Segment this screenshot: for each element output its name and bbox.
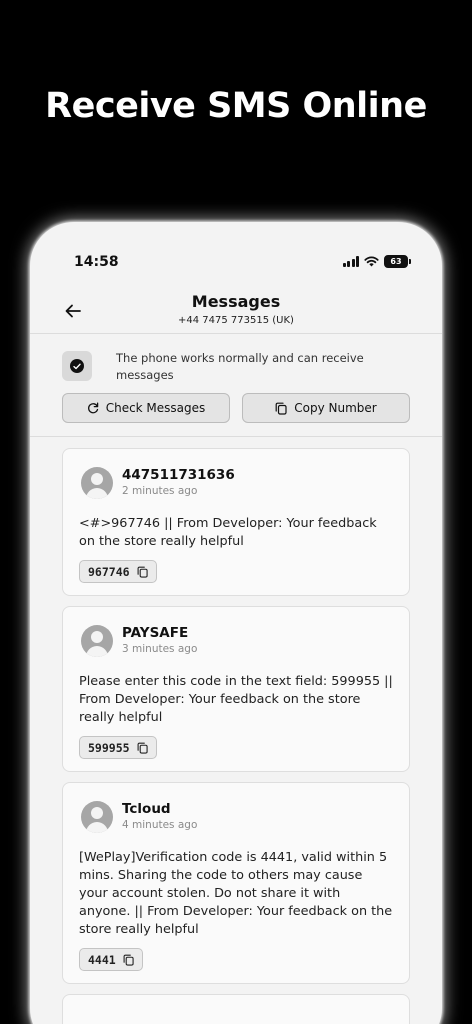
- message-text: Please enter this code in the text field…: [79, 674, 393, 725]
- promo-title: Receive SMS Online: [45, 86, 427, 126]
- copy-icon: [137, 742, 148, 754]
- copy-icon: [137, 566, 148, 578]
- check-messages-button[interactable]: Check Messages: [62, 393, 230, 423]
- code-value: 599955: [88, 740, 130, 755]
- message-text: <#>967746 || From Developer: Your feedba…: [79, 516, 377, 549]
- message-card: 447511731636 2 minutes ago <#>967746 || …: [62, 448, 410, 596]
- copy-icon: [275, 402, 287, 415]
- battery-icon: 63: [384, 255, 411, 268]
- avatar-icon: [81, 801, 113, 833]
- copy-number-label: Copy Number: [294, 401, 377, 415]
- code-value: 967746: [88, 564, 130, 579]
- avatar-icon: [81, 625, 113, 657]
- message-card: [62, 994, 410, 1024]
- action-row: Check Messages Copy Number: [62, 393, 410, 423]
- code-value: 4441: [88, 952, 116, 967]
- header: Messages +44 7475 773515 (UK): [30, 286, 442, 334]
- status-icons: 63: [342, 255, 411, 268]
- message-time: 4 minutes ago: [122, 819, 198, 831]
- copy-icon: [123, 954, 134, 966]
- copy-number-button[interactable]: Copy Number: [242, 393, 410, 423]
- status-time: 14:58: [74, 254, 119, 270]
- signal-icon: [342, 256, 359, 267]
- message-card: Tcloud 4 minutes ago [WePlay]Verificatio…: [62, 782, 410, 984]
- phone-number: +44 7475 773515 (UK): [178, 315, 294, 326]
- message-time: 3 minutes ago: [122, 643, 198, 655]
- message-list: 447511731636 2 minutes ago <#>967746 || …: [62, 448, 410, 1024]
- message-text: [WePlay]Verification code is 4441, valid…: [79, 850, 393, 937]
- phone-frame: 14:58 63 Messages +44 7475 773515 (UK) T…: [30, 222, 442, 1024]
- page-title: Messages: [191, 292, 281, 311]
- copy-code-button[interactable]: 599955: [79, 736, 157, 759]
- avatar-icon: [81, 467, 113, 499]
- refresh-icon: [87, 402, 98, 414]
- message-sender: PAYSAFE: [122, 625, 189, 641]
- message-time: 2 minutes ago: [122, 485, 198, 497]
- message-card: PAYSAFE 3 minutes ago Please enter this …: [62, 606, 410, 772]
- check-messages-label: Check Messages: [105, 401, 206, 415]
- notice-text: The phone works normally and can receive…: [116, 351, 364, 382]
- message-sender: 447511731636: [122, 467, 235, 483]
- status-bar: 14:58 63: [30, 222, 442, 286]
- copy-code-button[interactable]: 967746: [79, 560, 157, 583]
- message-sender: Tcloud: [122, 801, 171, 817]
- copy-code-button[interactable]: 4441: [79, 948, 143, 971]
- divider: [30, 436, 442, 437]
- status-notice: The phone works normally and can receive…: [62, 348, 412, 384]
- wifi-icon: [364, 256, 379, 267]
- check-circle-icon: [62, 351, 92, 381]
